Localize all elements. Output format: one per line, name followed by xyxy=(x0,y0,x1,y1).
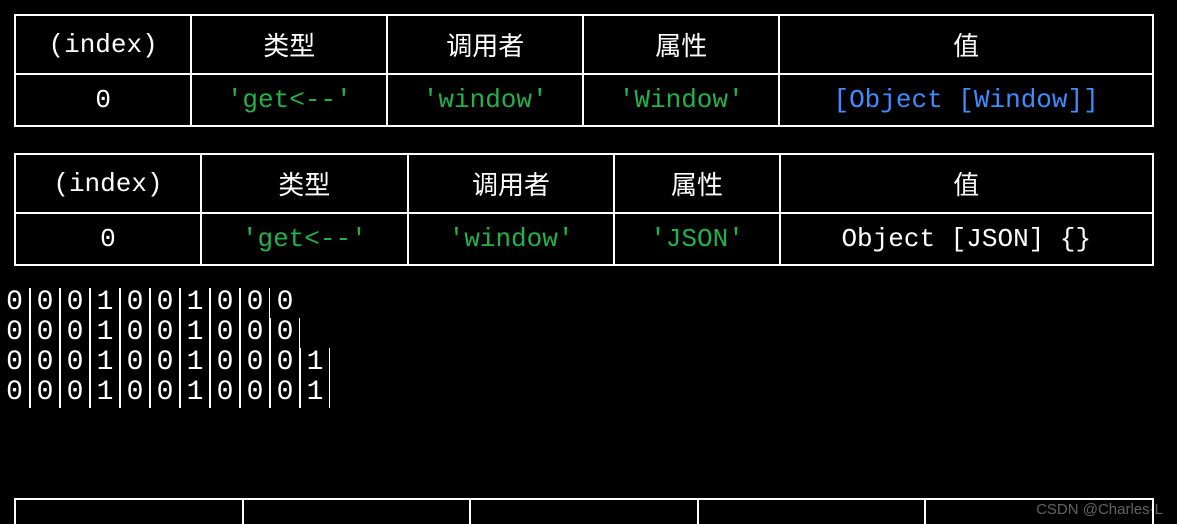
bit-cell: 0 xyxy=(210,288,240,318)
bit-cell: 0 xyxy=(210,318,240,348)
cell-caller: 'window' xyxy=(387,74,583,126)
cell-type: 'get<--' xyxy=(201,213,408,265)
bit-row: 00010010001 xyxy=(0,348,1163,378)
bit-cell: 0 xyxy=(150,348,180,378)
bit-row: 00010010001 xyxy=(0,378,1163,408)
bit-cell: 0 xyxy=(270,318,300,348)
bit-cell: 0 xyxy=(60,378,90,408)
bit-cell: 0 xyxy=(120,288,150,318)
bit-cell: 0 xyxy=(0,318,30,348)
console-table-1: (index) 类型 调用者 属性 值 0 'get<--' 'window' … xyxy=(14,14,1154,127)
console-table-3-partial xyxy=(14,498,1154,524)
bit-cell: 0 xyxy=(60,318,90,348)
bit-row: 0001001000 xyxy=(0,288,1163,318)
bit-cell: 0 xyxy=(30,318,60,348)
cell-value: [Object [Window]] xyxy=(779,74,1153,126)
bit-cell: 0 xyxy=(240,288,270,318)
col-caller: 调用者 xyxy=(408,154,615,213)
col-type: 类型 xyxy=(191,15,387,74)
bit-cell: 0 xyxy=(0,378,30,408)
bit-cell: 0 xyxy=(210,348,240,378)
table-row: 0 'get<--' 'window' 'JSON' Object [JSON]… xyxy=(15,213,1153,265)
bit-cell: 0 xyxy=(240,318,270,348)
bit-cell: 0 xyxy=(150,378,180,408)
bit-cell: 1 xyxy=(90,318,120,348)
bit-cell: 0 xyxy=(60,288,90,318)
bit-cell: 0 xyxy=(120,318,150,348)
table-header-row: (index) 类型 调用者 属性 值 xyxy=(15,15,1153,74)
bit-cell: 0 xyxy=(270,378,300,408)
bit-cell: 0 xyxy=(120,378,150,408)
col-prop: 属性 xyxy=(614,154,779,213)
cell-index: 0 xyxy=(15,74,191,126)
watermark: CSDN @Charles-L xyxy=(1036,501,1163,518)
console-table-2: (index) 类型 调用者 属性 值 0 'get<--' 'window' … xyxy=(14,153,1154,266)
cell-type: 'get<--' xyxy=(191,74,387,126)
bit-cell: 0 xyxy=(240,378,270,408)
bit-cell: 0 xyxy=(0,348,30,378)
bit-cell: 0 xyxy=(150,318,180,348)
col-index: (index) xyxy=(15,154,201,213)
bit-cell: 1 xyxy=(180,318,210,348)
cell-index: 0 xyxy=(15,213,201,265)
bit-cell: 1 xyxy=(300,378,330,408)
bit-cell: 0 xyxy=(270,288,300,318)
bit-cell: 0 xyxy=(120,348,150,378)
bit-cell: 0 xyxy=(60,348,90,378)
col-prop: 属性 xyxy=(583,15,779,74)
bit-cell: 0 xyxy=(30,378,60,408)
bit-cell: 1 xyxy=(180,288,210,318)
col-value: 值 xyxy=(780,154,1153,213)
cell-value: Object [JSON] {} xyxy=(780,213,1153,265)
bit-cell: 1 xyxy=(180,348,210,378)
table-row: 0 'get<--' 'window' 'Window' [Object [Wi… xyxy=(15,74,1153,126)
bit-cell: 0 xyxy=(210,378,240,408)
bit-cell: 0 xyxy=(30,288,60,318)
binary-rows: 0001001000000100100000010010001000100100… xyxy=(0,288,1163,408)
bit-cell: 1 xyxy=(180,378,210,408)
bit-cell: 0 xyxy=(0,288,30,318)
bit-cell: 0 xyxy=(270,348,300,378)
cell-caller: 'window' xyxy=(408,213,615,265)
bit-cell: 0 xyxy=(240,348,270,378)
cell-prop: 'JSON' xyxy=(614,213,779,265)
col-value: 值 xyxy=(779,15,1153,74)
bit-row: 0001001000 xyxy=(0,318,1163,348)
cell-prop: 'Window' xyxy=(583,74,779,126)
col-index: (index) xyxy=(15,15,191,74)
bit-cell: 1 xyxy=(90,348,120,378)
col-caller: 调用者 xyxy=(387,15,583,74)
bit-cell: 0 xyxy=(30,348,60,378)
bit-cell: 1 xyxy=(90,288,120,318)
bit-cell: 0 xyxy=(150,288,180,318)
table-header-row: (index) 类型 调用者 属性 值 xyxy=(15,154,1153,213)
bit-cell: 1 xyxy=(90,378,120,408)
col-type: 类型 xyxy=(201,154,408,213)
bit-cell: 1 xyxy=(300,348,330,378)
